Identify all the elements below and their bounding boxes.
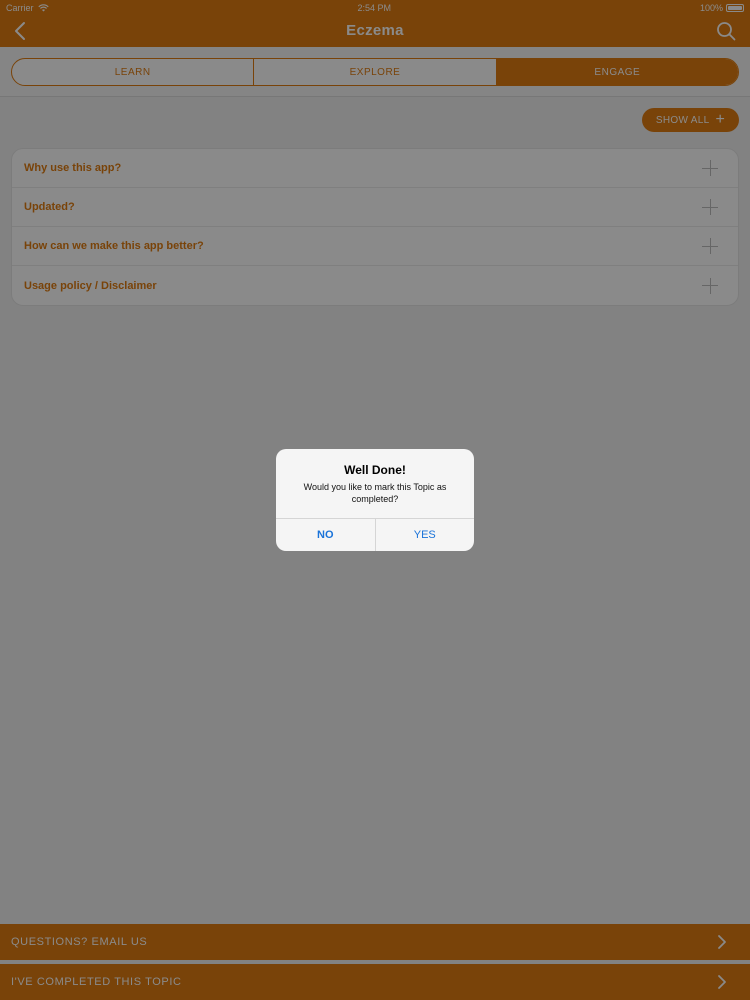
- alert-button-row: NO YES: [276, 518, 474, 551]
- alert-title: Well Done!: [344, 463, 406, 477]
- app-screen: Carrier 2:54 PM 100% Eczema LEARN EXPLOR…: [0, 0, 750, 1000]
- yes-button[interactable]: YES: [376, 519, 475, 551]
- alert-message: Would you like to mark this Topic as com…: [303, 482, 447, 504]
- no-button[interactable]: NO: [276, 519, 376, 551]
- completion-alert-dialog: Well Done! Would you like to mark this T…: [276, 449, 474, 551]
